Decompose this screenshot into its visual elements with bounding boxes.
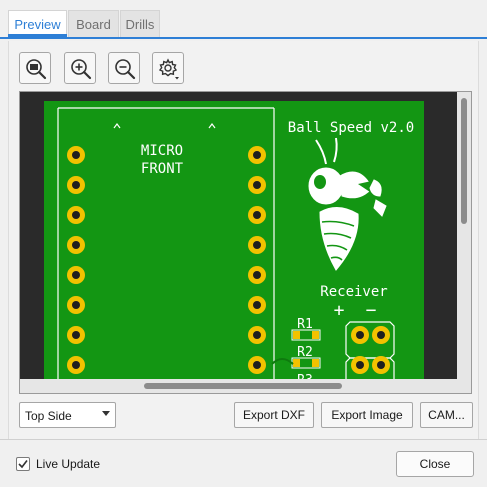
export-dxf-button[interactable]: Export DXF	[234, 402, 314, 428]
vertical-scrollbar[interactable]	[457, 92, 471, 379]
preview-panel: MICRO FRONT Ball Speed v2.0 Receiver + −…	[8, 41, 479, 439]
tab-board[interactable]: Board	[68, 10, 119, 37]
side-select-value: Top Side	[25, 409, 72, 423]
micro-label-line1: MICRO	[141, 143, 183, 159]
settings-icon	[158, 58, 179, 80]
live-update-checkbox[interactable]	[16, 457, 30, 471]
micro-label-line2: FRONT	[141, 161, 184, 177]
zoom-fit-icon	[26, 59, 47, 80]
minus-label: −	[366, 300, 377, 321]
horizontal-scroll-thumb[interactable]	[144, 383, 342, 389]
settings-button[interactable]	[152, 52, 184, 84]
live-update-label: Live Update	[36, 457, 101, 471]
tab-active-indicator	[8, 34, 67, 37]
zoom-out-icon	[115, 59, 136, 80]
tab-drills[interactable]: Drills	[120, 10, 160, 37]
receiver-label: Receiver	[320, 284, 387, 300]
zoom-out-button[interactable]	[108, 52, 140, 84]
pcb-render: MICRO FRONT Ball Speed v2.0 Receiver + −…	[44, 101, 424, 381]
zoom-in-icon	[71, 59, 92, 80]
zoom-fit-button[interactable]	[19, 52, 51, 84]
chevron-down-icon	[102, 411, 110, 416]
checkmark-icon	[18, 460, 28, 469]
vertical-scroll-thumb[interactable]	[461, 98, 467, 224]
export-image-button[interactable]: Export Image	[321, 402, 413, 428]
tab-preview[interactable]: Preview	[8, 10, 67, 37]
horizontal-scrollbar[interactable]	[20, 379, 459, 393]
tab-bar: Preview Board Drills	[0, 8, 487, 39]
board-preview[interactable]: MICRO FRONT Ball Speed v2.0 Receiver + −…	[19, 91, 472, 394]
plus-label: +	[334, 300, 345, 321]
cam-button[interactable]: CAM...	[420, 402, 473, 428]
zoom-in-button[interactable]	[64, 52, 96, 84]
scroll-corner	[457, 379, 471, 393]
side-select[interactable]: Top Side	[19, 402, 116, 428]
close-button[interactable]: Close	[396, 451, 474, 477]
board-title: Ball Speed v2.0	[288, 120, 414, 136]
